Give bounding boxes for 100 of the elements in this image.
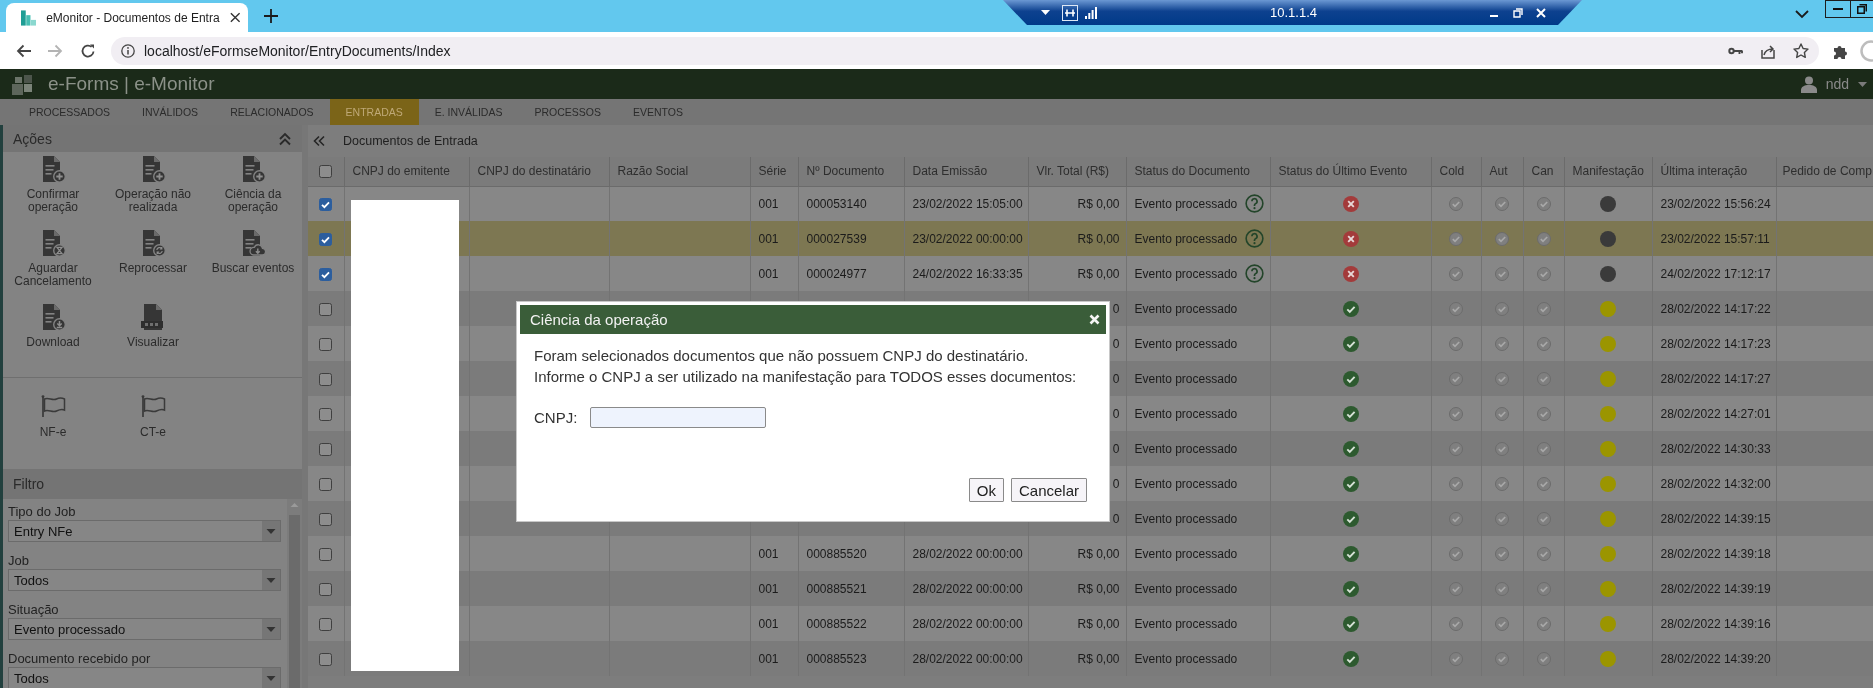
- help-icon[interactable]: [1244, 229, 1264, 248]
- nav-tab[interactable]: EVENTOS: [617, 99, 699, 125]
- action-button[interactable]: Buscar eventos: [203, 229, 303, 303]
- checkbox[interactable]: [319, 197, 333, 211]
- reload-icon[interactable]: [80, 42, 96, 59]
- column-header[interactable]: Pedido de Comp: [1776, 157, 1873, 186]
- column-header[interactable]: Manifestação: [1564, 157, 1652, 186]
- column-header[interactable]: Cold: [1431, 157, 1481, 186]
- checkbox[interactable]: [319, 652, 333, 666]
- check-circle-icon: [1536, 651, 1551, 666]
- column-header[interactable]: Vlr. Total (R$): [1028, 157, 1126, 186]
- nav-tab[interactable]: RELACIONADOS: [214, 99, 330, 125]
- caret-down-icon[interactable]: [1041, 10, 1050, 15]
- table-row[interactable]: 001 000053140 23/02/2022 15:05:00 R$ 0,00 Evento processado 23/02/2022 15:56:24: [308, 186, 1873, 221]
- restore-button[interactable]: [1851, 0, 1873, 18]
- column-header[interactable]: Última interação: [1652, 157, 1776, 186]
- checkbox[interactable]: [319, 372, 333, 386]
- column-header[interactable]: Can: [1523, 157, 1564, 186]
- browser-tab[interactable]: eMonitor - Documentos de Entra: [6, 3, 248, 32]
- checkbox[interactable]: [319, 582, 333, 596]
- user-icon: [1800, 75, 1817, 93]
- close-icon[interactable]: [229, 12, 240, 23]
- column-header[interactable]: Data Emissão: [904, 157, 1028, 186]
- table-row[interactable]: 001 000885522 28/02/2022 00:00:00 R$ 0,00 Evento processado 28/02/2022 14:39:16: [308, 606, 1873, 641]
- checkbox[interactable]: [319, 512, 333, 526]
- checkbox[interactable]: [319, 617, 333, 631]
- check-circle-icon: [1449, 231, 1463, 246]
- table-cell: 000885523: [798, 641, 904, 676]
- nav-tab[interactable]: PROCESSOS: [518, 99, 617, 125]
- action-button[interactable]: Operação não realizada: [103, 155, 203, 229]
- column-header[interactable]: Nº Documento: [798, 157, 904, 186]
- scrollbar[interactable]: [287, 499, 302, 688]
- checkbox[interactable]: [319, 442, 333, 456]
- dialog-button[interactable]: Ok: [968, 478, 1004, 502]
- check-circle-icon: [1495, 301, 1509, 316]
- column-header[interactable]: Status do Último Evento: [1270, 157, 1431, 186]
- dropdown-field[interactable]: Evento processado: [8, 618, 281, 640]
- check-circle-icon: [1536, 511, 1551, 526]
- check-circle-icon: [1536, 476, 1551, 491]
- address-field[interactable]: localhost/eFormseMonitor/EntryDocuments/Index: [111, 36, 1819, 65]
- minimize-button[interactable]: [1825, 0, 1851, 18]
- column-header[interactable]: Status do Documento: [1126, 157, 1270, 186]
- column-header[interactable]: Série: [750, 157, 798, 186]
- help-icon[interactable]: [1244, 194, 1264, 214]
- status-text: Evento processado: [1134, 336, 1238, 351]
- dropdown-field[interactable]: Todos: [8, 667, 281, 688]
- action-button[interactable]: Reprocessar: [103, 229, 203, 303]
- check-circle-icon: [1449, 336, 1463, 351]
- nav-tab[interactable]: E. INVÁLIDAS: [418, 99, 519, 125]
- double-chevron-left-icon[interactable]: [313, 135, 325, 147]
- column-header[interactable]: CNPJ do emitente: [344, 157, 469, 186]
- checkbox[interactable]: [319, 407, 333, 421]
- action-button[interactable]: Visualizar: [103, 303, 203, 377]
- dropdown-field[interactable]: Todos: [8, 569, 281, 591]
- share-icon[interactable]: [1760, 42, 1776, 59]
- nav-tab[interactable]: ENTRADAS: [329, 99, 419, 125]
- help-icon[interactable]: [1244, 264, 1264, 283]
- checkbox[interactable]: [319, 232, 333, 246]
- check-circle-icon: [1495, 406, 1509, 421]
- checkbox[interactable]: [319, 477, 333, 491]
- blocks-icon: [21, 9, 37, 26]
- table-row[interactable]: 001 000885520 28/02/2022 00:00:00 R$ 0,00 Evento processado 28/02/2022 14:39:18: [308, 536, 1873, 571]
- profile-icon[interactable]: [1860, 39, 1873, 62]
- checkbox[interactable]: [319, 547, 333, 561]
- checkbox[interactable]: [319, 267, 333, 281]
- action-button[interactable]: Aguardar Cancelamento: [3, 229, 103, 303]
- doc-type-button[interactable]: NF-e: [3, 395, 103, 469]
- table-row[interactable]: 001 000885521 28/02/2022 00:00:00 R$ 0,00 Evento processado 28/02/2022 14:39:19: [308, 571, 1873, 606]
- column-header[interactable]: Aut: [1481, 157, 1523, 186]
- action-button[interactable]: Ciência da operação: [203, 155, 303, 229]
- pin-icon[interactable]: [1062, 4, 1078, 21]
- forward-icon[interactable]: [47, 42, 63, 59]
- table-row[interactable]: 001 000027539 23/02/2022 00:00:00 R$ 0,00 Evento processado 23/02/2022 15:57:11: [308, 221, 1873, 256]
- table-row[interactable]: 001 000885523 28/02/2022 00:00:00 R$ 0,00 Evento processado 28/02/2022 14:39:20: [308, 641, 1873, 676]
- dialog-button[interactable]: Cancelar: [1010, 478, 1087, 502]
- nav-tab[interactable]: PROCESSADOS: [13, 99, 127, 125]
- plus-icon[interactable]: [264, 9, 278, 23]
- table-row[interactable]: 001 000024977 24/02/2022 16:33:35 R$ 0,00 Evento processado 24/02/2022 17:12:17: [308, 256, 1873, 291]
- user-menu[interactable]: ndd: [1800, 75, 1867, 93]
- star-icon[interactable]: [1793, 42, 1809, 59]
- double-chevron-up-icon[interactable]: [278, 131, 292, 146]
- checkbox[interactable]: [319, 337, 333, 351]
- flag-icon: [140, 395, 166, 417]
- doc-type-button[interactable]: CT-e: [103, 395, 203, 469]
- checkbox[interactable]: [319, 165, 333, 179]
- nav-tab[interactable]: INVÁLIDOS: [126, 99, 215, 125]
- status-text: Evento processado: [1134, 616, 1238, 631]
- checkbox[interactable]: [319, 302, 333, 316]
- info-icon[interactable]: [121, 43, 135, 58]
- dropdown-field[interactable]: Entry NFe: [8, 520, 281, 542]
- action-button[interactable]: Download: [3, 303, 103, 377]
- column-header[interactable]: Razão Social: [609, 157, 750, 186]
- cnpj-field[interactable]: [590, 407, 767, 428]
- column-header[interactable]: CNPJ do destinatário: [469, 157, 609, 186]
- back-icon[interactable]: [16, 42, 32, 59]
- action-button[interactable]: Confirmar operação: [3, 155, 103, 229]
- check-circle-icon: [1449, 266, 1463, 281]
- chevron-down-icon[interactable]: [1795, 10, 1809, 19]
- restore-icon[interactable]: [1513, 7, 1523, 18]
- table-cell: 28/02/2022 00:00:00: [904, 641, 1028, 676]
